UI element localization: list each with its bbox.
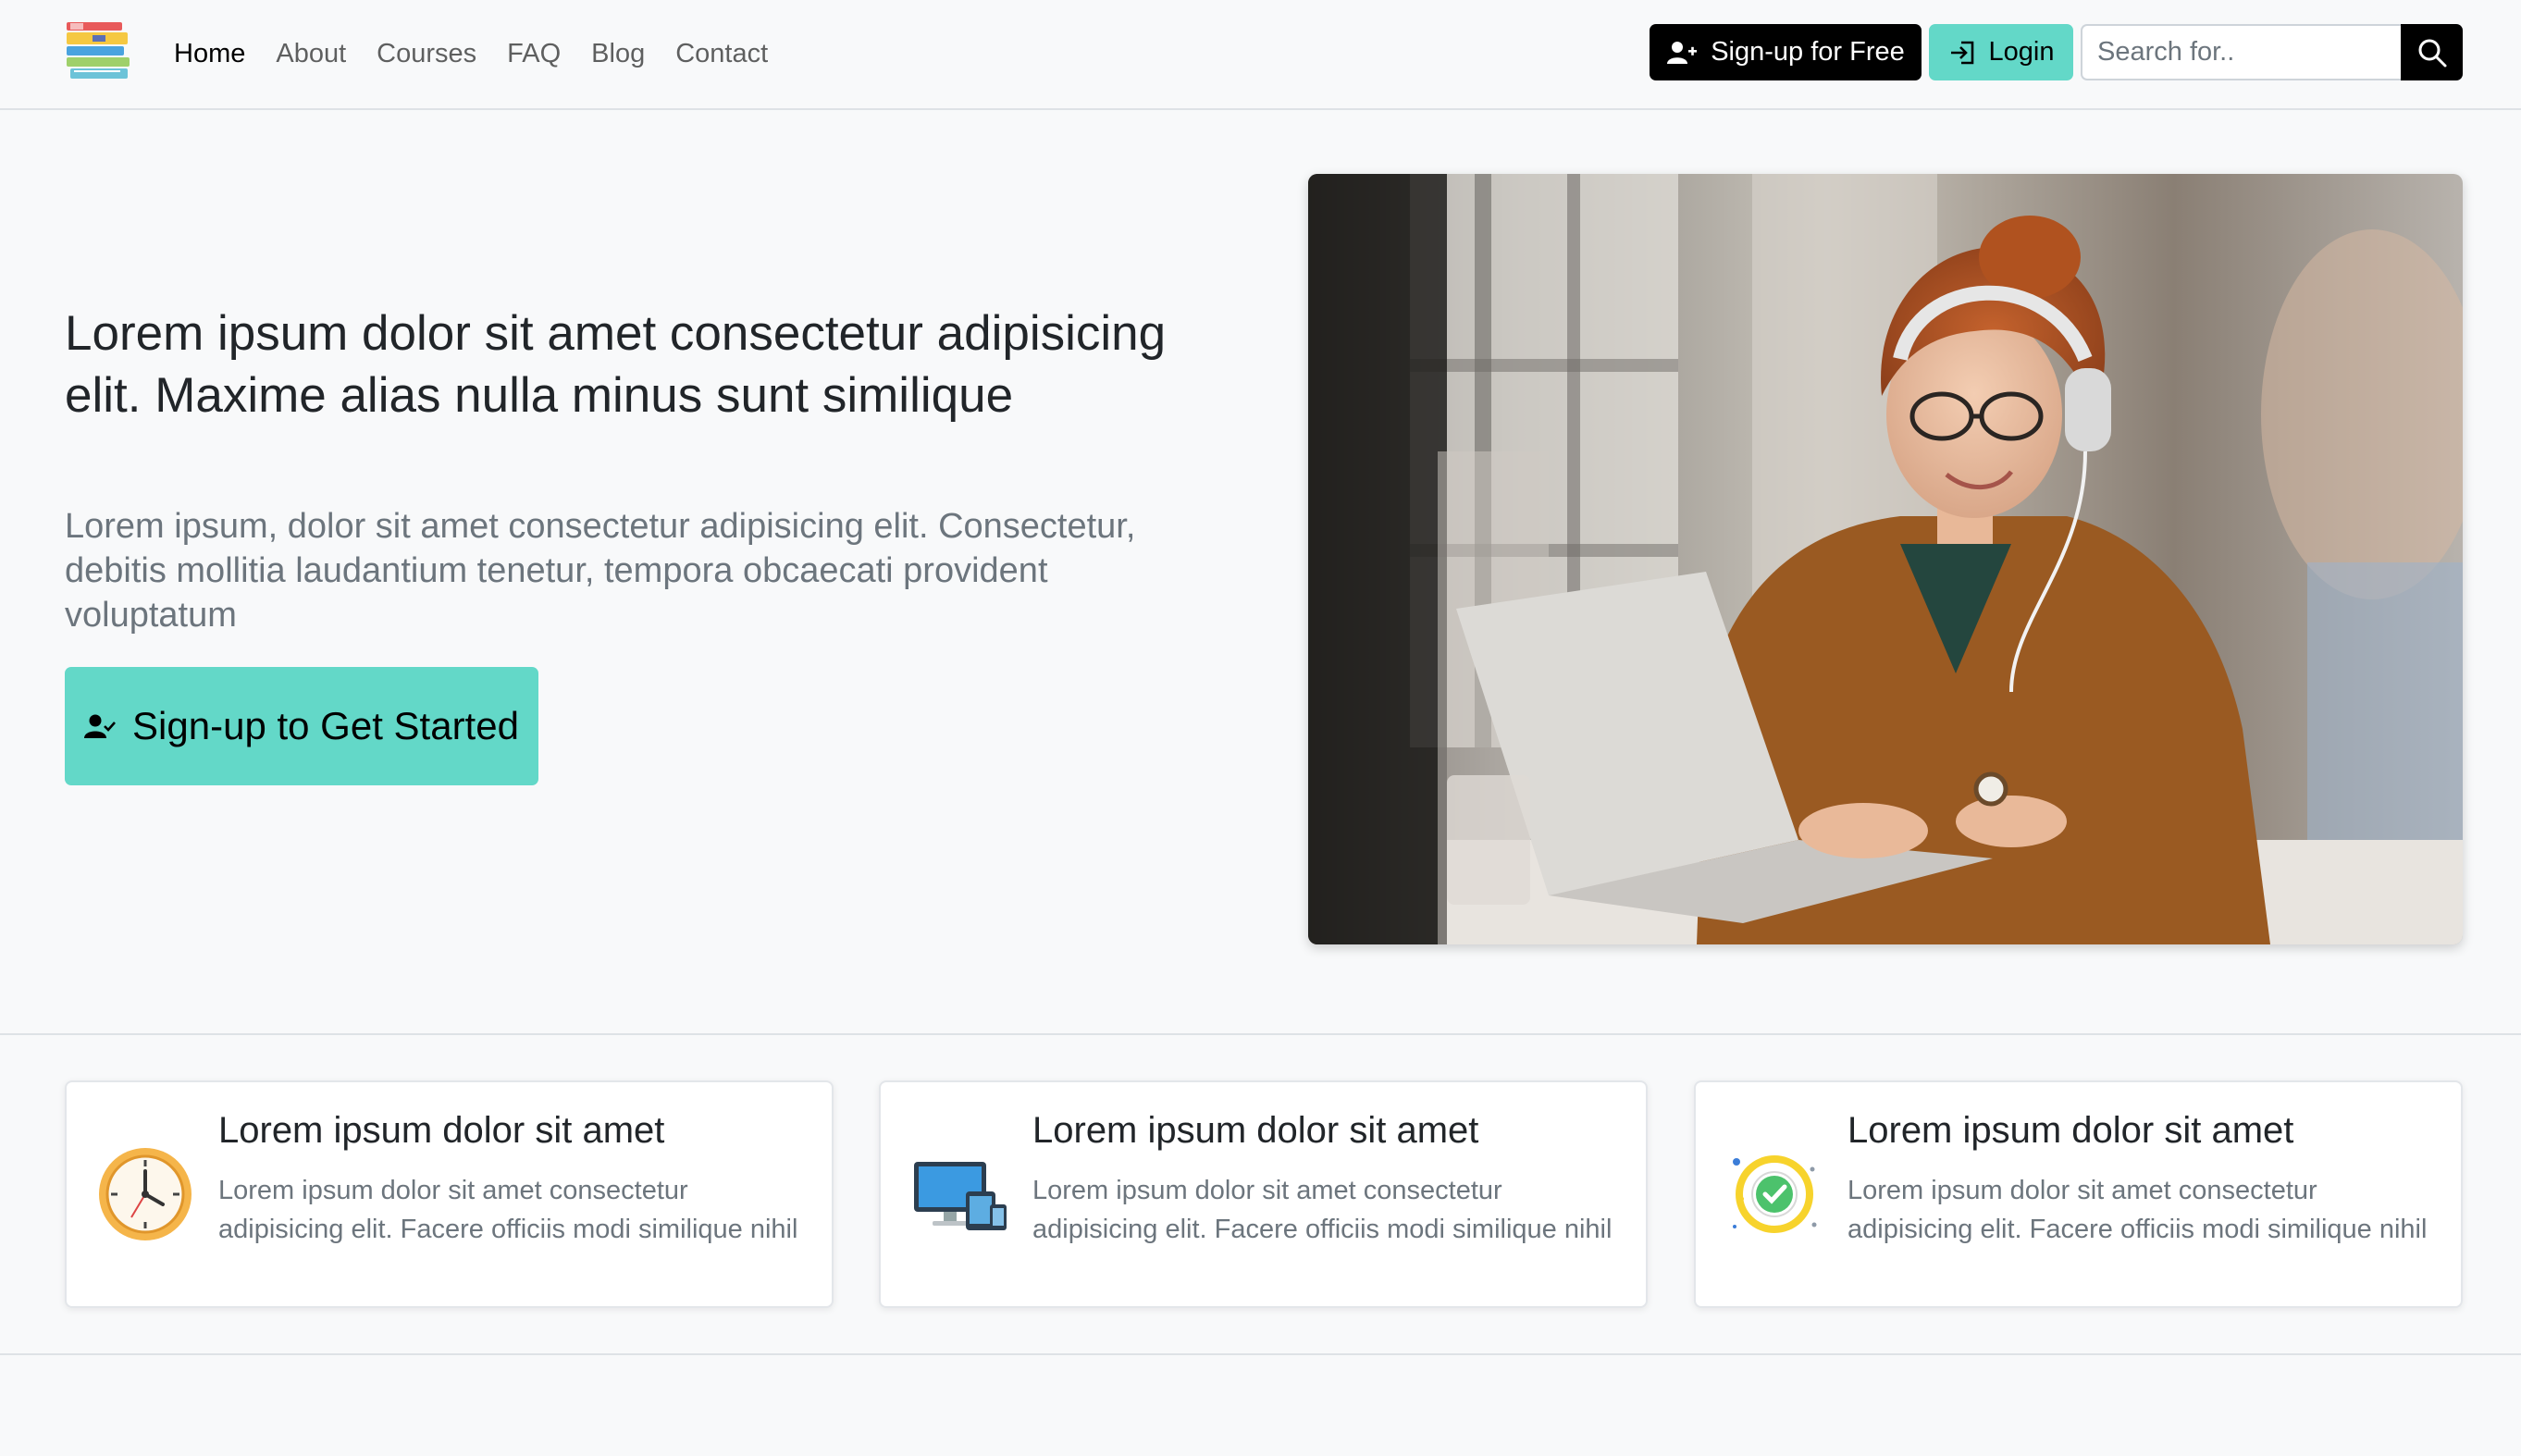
feature-title: Lorem ipsum dolor sit amet <box>1847 1110 2294 1151</box>
feature-card: Lorem ipsum dolor sit amet Lorem ipsum d… <box>1694 1080 2463 1308</box>
login-arrow-icon <box>1950 41 1973 64</box>
signup-get-started-label: Sign-up to Get Started <box>132 704 519 747</box>
login-label: Login <box>1988 37 2055 67</box>
nav-home[interactable]: Home <box>174 39 245 69</box>
devices-icon <box>908 1143 1010 1245</box>
feature-text: Lorem ipsum dolor sit amet consectetur a… <box>218 1176 798 1244</box>
hero-subtitle: Lorem ipsum, dolor sit amet consectetur … <box>65 507 1136 635</box>
login-button[interactable]: Login <box>1929 24 2073 80</box>
nav-courses[interactable]: Courses <box>377 39 476 69</box>
feature-card: Lorem ipsum dolor sit amet Lorem ipsum d… <box>879 1080 1648 1308</box>
person-check-icon <box>84 714 117 738</box>
search-button[interactable] <box>2401 24 2463 80</box>
feature-text: Lorem ipsum dolor sit amet consectetur a… <box>1847 1176 2428 1244</box>
feature-title: Lorem ipsum dolor sit amet <box>1032 1110 1479 1151</box>
feature-title: Lorem ipsum dolor sit amet <box>218 1110 665 1151</box>
nav-links: Home About Courses FAQ Blog Contact <box>174 0 798 107</box>
feature-card: Lorem ipsum dolor sit amet Lorem ipsum d… <box>65 1080 834 1308</box>
section-divider <box>0 1353 2521 1355</box>
nav-contact[interactable]: Contact <box>675 39 768 69</box>
hero-image <box>1308 174 2463 944</box>
feature-text: Lorem ipsum dolor sit amet consectetur a… <box>1032 1176 1613 1244</box>
clock-icon <box>94 1143 196 1245</box>
nav-blog[interactable]: Blog <box>591 39 645 69</box>
signup-free-label: Sign-up for Free <box>1711 37 1905 67</box>
section-divider <box>0 1033 2521 1035</box>
hero-title: Lorem ipsum dolor sit amet consectetur a… <box>65 306 1167 423</box>
search-input[interactable] <box>2081 24 2401 80</box>
logo-books-icon[interactable] <box>65 19 131 85</box>
search-icon <box>2418 39 2446 67</box>
signup-get-started-button[interactable]: Sign-up to Get Started <box>65 667 538 785</box>
navbar: Home About Courses FAQ Blog Contact Sign… <box>0 0 2521 110</box>
check-badge-icon <box>1724 1143 1825 1245</box>
signup-free-button[interactable]: Sign-up for Free <box>1650 24 1922 80</box>
person-plus-icon <box>1667 41 1698 64</box>
nav-faq[interactable]: FAQ <box>507 39 561 69</box>
nav-about[interactable]: About <box>276 39 346 69</box>
